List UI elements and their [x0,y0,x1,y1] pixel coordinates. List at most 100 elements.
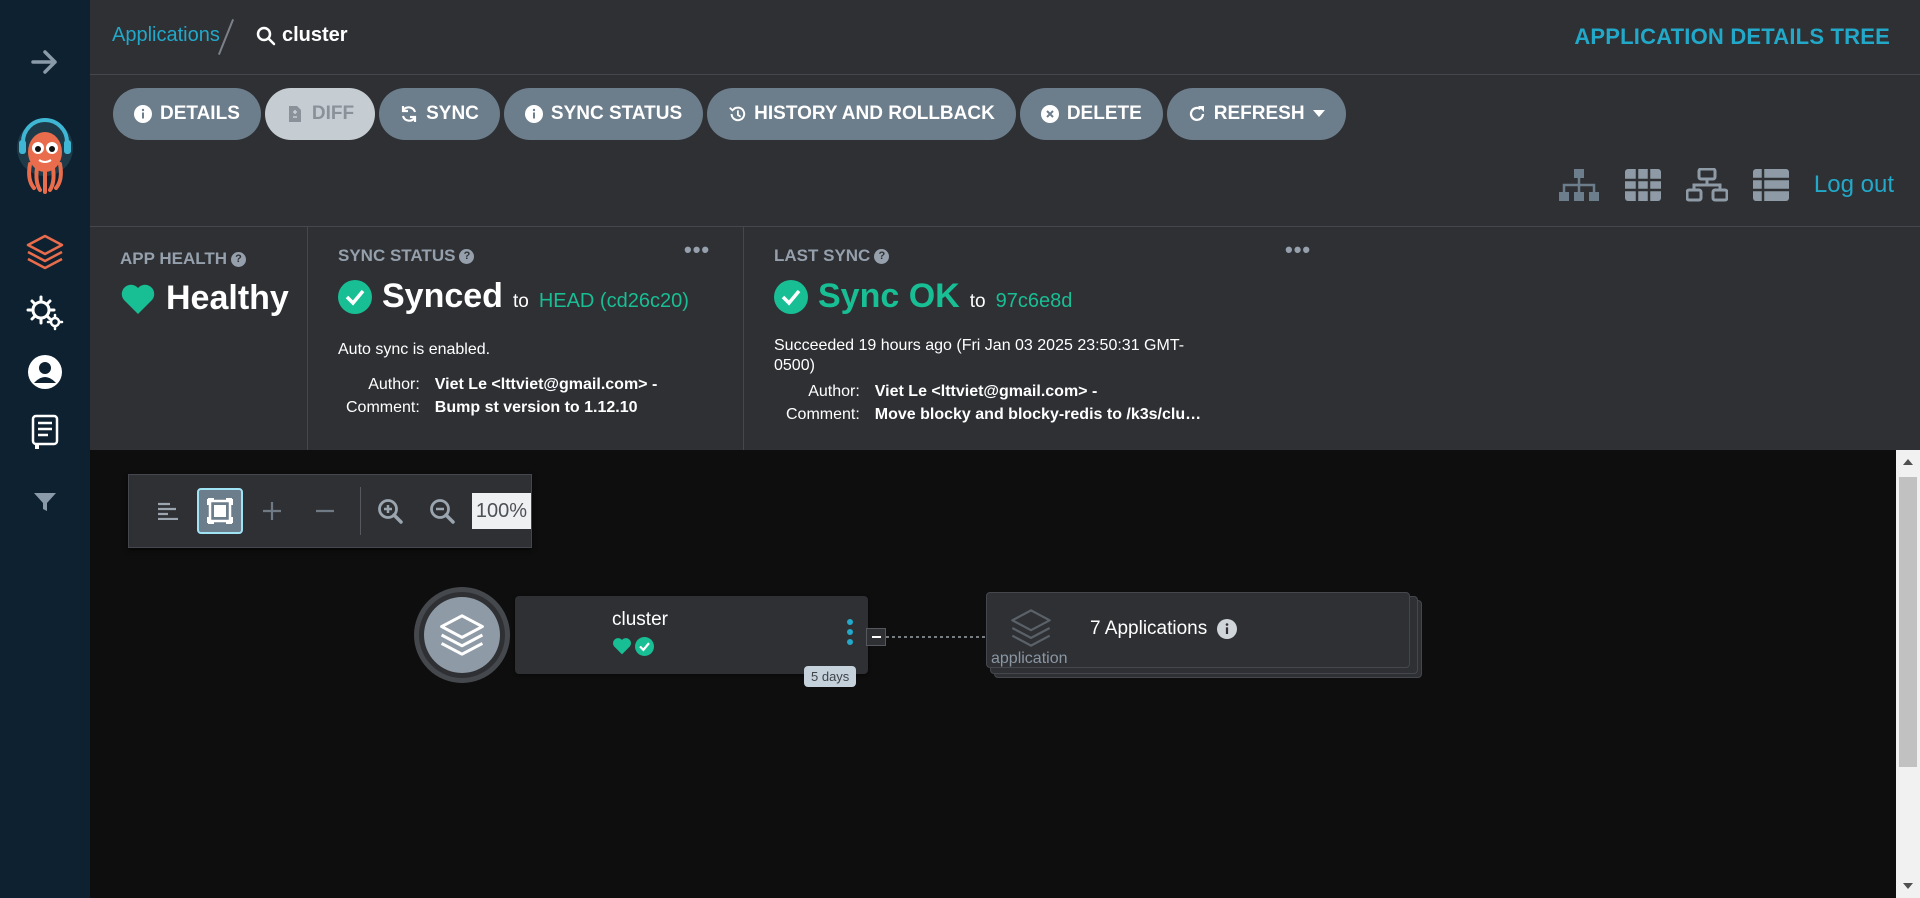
kebab-menu-icon[interactable] [847,618,853,646]
last-sync-time: Succeeded 19 hours ago (Fri Jan 03 2025 … [774,337,1185,374]
sync-button-label: SYNC [426,103,479,124]
argo-logo[interactable] [0,118,90,194]
logout-link[interactable]: Log out [1814,171,1894,199]
history-rollback-button[interactable]: HISTORY AND ROLLBACK [707,88,1016,140]
comment-value: Move blocky and blocky-redis to /k3s/clu… [874,406,1210,423]
app-header: Applications cluster APPLICATION DETAILS… [90,0,1920,451]
sidebar-user-info[interactable] [0,350,90,394]
sidebar-filters[interactable] [0,482,90,522]
sync-status-panel: SYNC STATUS ? ••• Synced to HEAD (cd26c2… [308,227,744,451]
app-health-label: Healthy [166,279,289,317]
grouped-node-title-text: 7 Applications [1090,618,1208,639]
zoom-in-icon [378,499,403,524]
sync-status-label: Synced [382,277,503,315]
delete-button[interactable]: DELETE [1019,88,1163,140]
info-icon [134,105,152,123]
sync-status-button-label: SYNC STATUS [550,103,683,124]
top-bar: Applications cluster APPLICATION DETAILS… [90,0,1920,75]
expand-sidebar-button[interactable] [0,42,90,82]
layers-icon [440,614,484,656]
author-key: Author: [368,376,420,393]
collapse-all-button[interactable] [302,488,347,534]
breadcrumb-current[interactable]: cluster [256,24,348,47]
app-health-status: Healthy [120,279,289,318]
network-view-button[interactable] [1685,166,1728,204]
sidebar-applications[interactable] [0,230,90,274]
diff-button[interactable]: DIFF [264,88,376,140]
refresh-button[interactable]: REFRESH [1166,88,1346,140]
node-age-badge: 5 days [804,666,857,687]
heart-icon [121,284,155,314]
sync-status-button[interactable]: SYNC STATUS [503,88,704,140]
help-icon[interactable]: ? [459,248,475,264]
view-switcher: Log out [1558,166,1894,204]
app-root-node[interactable]: cluster [515,596,868,674]
scroll-up-icon[interactable] [1903,458,1913,466]
fit-to-screen-button[interactable] [197,488,243,534]
fit-screen-icon [207,498,233,524]
expand-all-button[interactable] [250,488,295,534]
network-view-icon [1685,168,1728,202]
list-view-icon [1752,169,1789,201]
times-circle-icon [1040,105,1059,123]
diff-button-label: DIFF [311,103,355,124]
filter-icon [34,493,56,511]
group-nodes-button[interactable] [145,488,190,534]
resource-tree-canvas[interactable]: 100% cluster 5 days 7 Applications appli… [90,450,1896,898]
author-value: Viet Le <lttviet@gmail.com> - [434,376,658,393]
last-sync-to-label: to [969,291,986,312]
history-rollback-button-label: HISTORY AND ROLLBACK [754,103,995,124]
zoom-in-button[interactable] [367,488,412,534]
align-left-icon [157,502,178,520]
tree-view-button[interactable] [1558,166,1600,204]
history-icon [728,105,746,123]
arrow-right-icon [31,50,57,74]
last-sync-revision-link[interactable]: 97c6e8d [996,290,1073,313]
scrollbar-thumb[interactable] [1899,477,1917,767]
node-kind-icon [414,587,510,683]
comment-key: Comment: [786,406,860,423]
toolbar-divider [360,487,362,535]
plus-icon [263,502,282,520]
app-health-title: APP HEALTH ? [120,249,247,269]
sidebar [0,0,90,898]
breadcrumb-current-label: cluster [282,24,348,46]
redo-icon [1188,105,1206,123]
breadcrumb-applications[interactable]: Applications [112,24,220,47]
caret-down-icon [1312,110,1325,117]
heart-icon [612,638,632,655]
check-circle-icon [774,279,808,314]
sync-revision-link[interactable]: HEAD (cd26c20) [539,290,689,313]
zoom-out-button[interactable] [420,488,465,534]
page-title: APPLICATION DETAILS TREE [1574,24,1890,49]
node-status-icons [612,637,654,656]
more-options-icon[interactable]: ••• [684,237,710,263]
sync-button[interactable]: SYNC [379,88,500,140]
action-bar: DETAILS DIFF SYNC SYNC STATUS HISTORY AN… [113,88,1346,140]
sidebar-documentation[interactable] [0,410,90,454]
help-icon[interactable]: ? [874,248,890,264]
vertical-scrollbar[interactable] [1896,450,1920,898]
search-icon [256,26,276,45]
info-icon[interactable] [1217,619,1238,639]
app-health-panel: APP HEALTH ? Healthy [90,227,308,451]
last-sync-title: LAST SYNC ? [774,246,890,266]
pods-view-button[interactable] [1622,166,1664,204]
app-health-title-text: APP HEALTH [120,249,228,268]
zoom-out-icon [430,499,456,524]
argo-octopus-logo-icon [17,118,73,194]
delete-button-label: DELETE [1066,103,1142,124]
refresh-button-label: REFRESH [1213,103,1305,124]
grouped-applications-node[interactable]: 7 Applications application [986,592,1410,668]
sidebar-settings[interactable] [0,290,90,334]
user-circle-icon [28,355,62,389]
more-options-icon[interactable]: ••• [1285,237,1311,263]
collapse-node-button[interactable] [866,628,886,646]
file-diff-icon [286,105,304,123]
sync-commit-info: Author: Viet Le <lttviet@gmail.com> - Co… [346,376,657,417]
help-icon[interactable]: ? [231,251,247,267]
list-view-button[interactable] [1750,166,1792,204]
scroll-down-icon[interactable] [1903,882,1913,890]
details-button[interactable]: DETAILS [113,88,261,140]
sync-status-title-text: SYNC STATUS [338,246,456,265]
